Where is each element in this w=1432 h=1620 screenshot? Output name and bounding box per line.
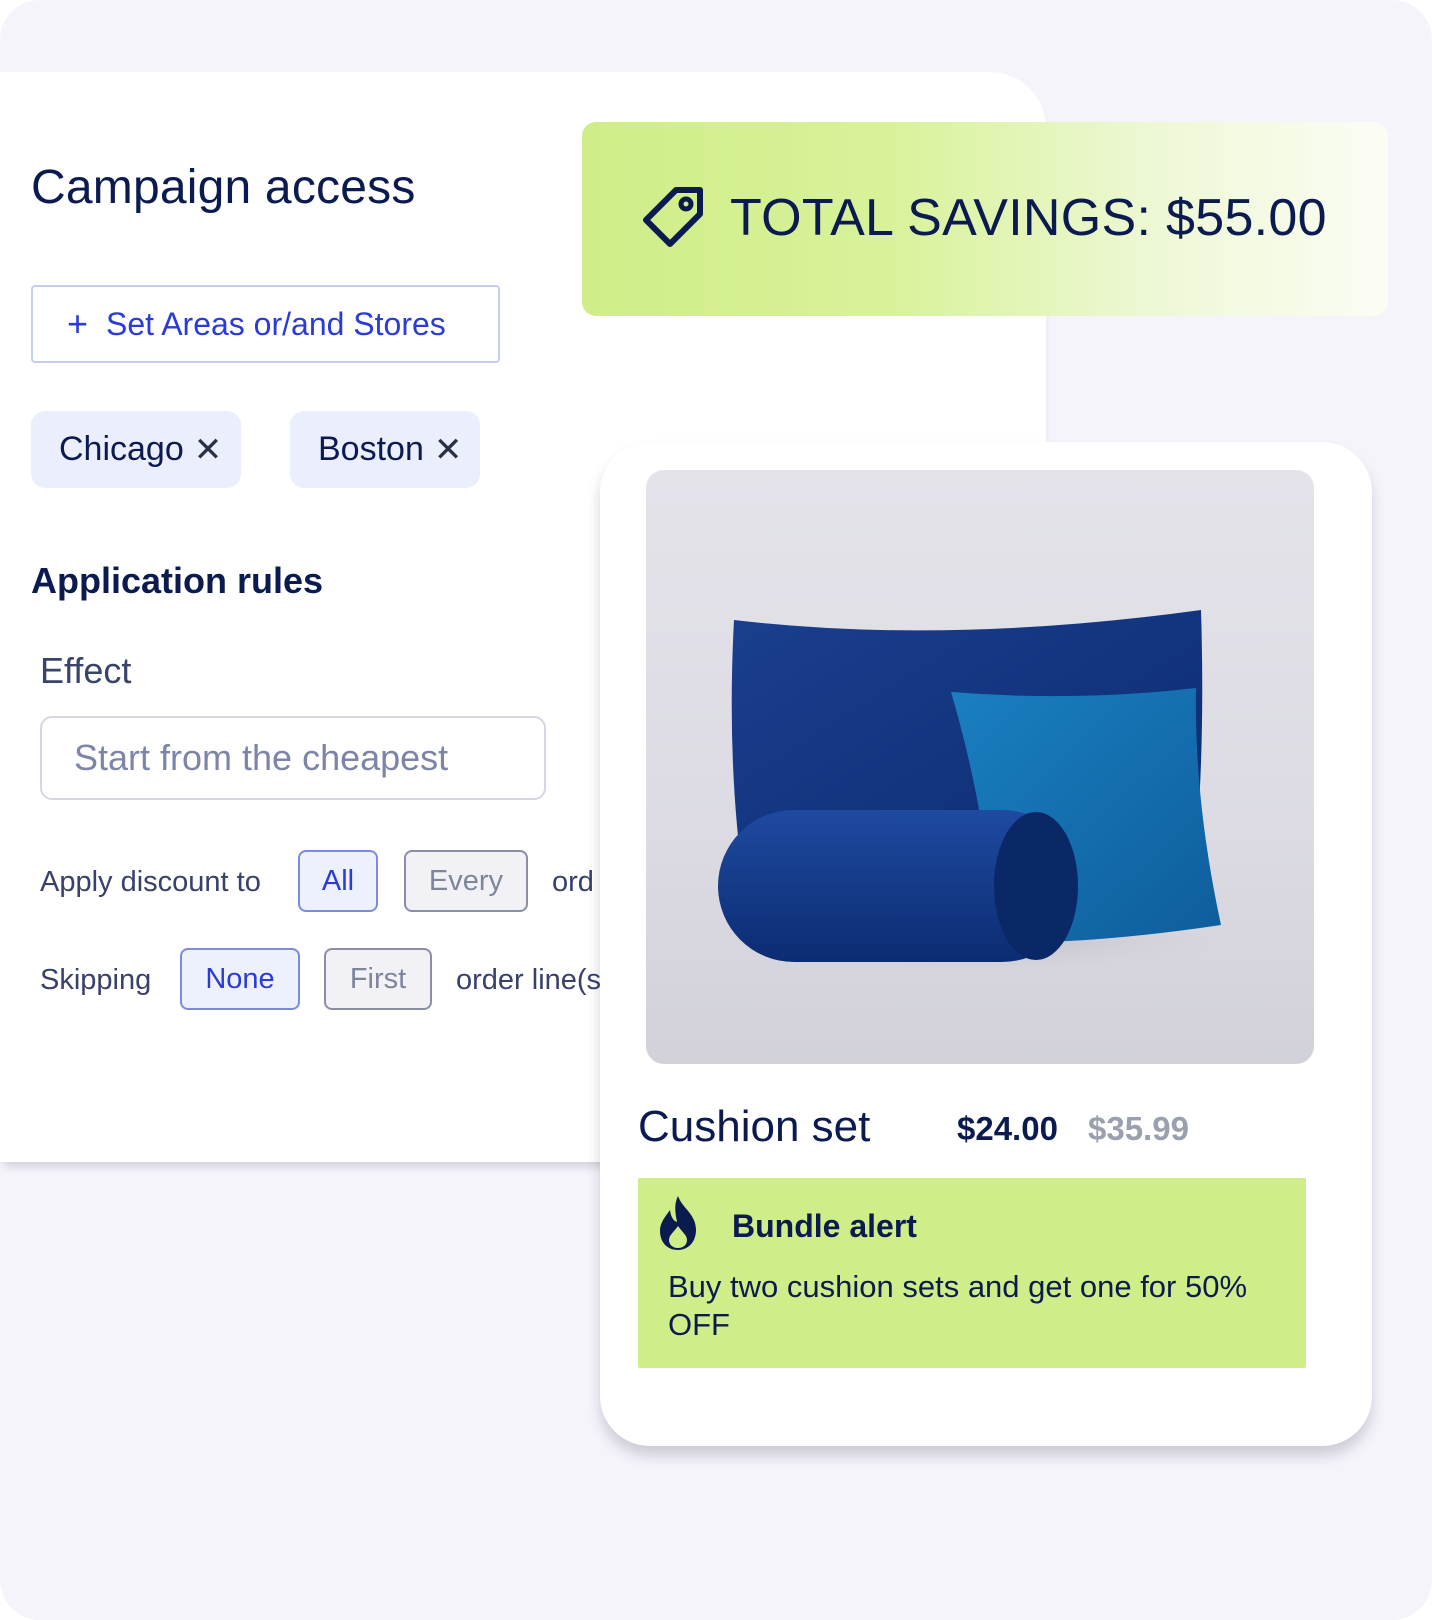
location-chip-boston: Boston ✕ <box>290 411 480 488</box>
chip-label: Boston <box>318 430 424 468</box>
total-savings-banner: TOTAL SAVINGS: $55.00 <box>582 122 1388 316</box>
skipping-label: Skipping <box>40 964 152 996</box>
bundle-alert-text: Buy two cushion sets and get one for 50%… <box>668 1269 1248 1342</box>
page-title: Campaign access <box>31 161 416 214</box>
product-image <box>646 470 1314 1064</box>
original-price: $35.99 <box>1088 1110 1189 1147</box>
close-icon[interactable]: ✕ <box>194 430 223 470</box>
skip-option-first[interactable]: First <box>324 948 432 1010</box>
close-icon[interactable]: ✕ <box>434 430 463 470</box>
plus-icon: + <box>67 303 89 344</box>
flame-icon <box>660 1196 696 1250</box>
tag-icon <box>643 187 703 247</box>
apply-suffix-text: ord <box>552 866 594 898</box>
bundle-alert-title: Bundle alert <box>732 1208 917 1244</box>
set-areas-button[interactable]: + Set Areas or/and Stores <box>31 285 500 363</box>
skip-option-none[interactable]: None <box>180 948 300 1010</box>
apply-option-all[interactable]: All <box>298 850 378 912</box>
location-chip-chicago: Chicago ✕ <box>31 411 241 488</box>
set-areas-label: Set Areas or/and Stores <box>106 305 446 342</box>
application-rules-heading: Application rules <box>31 560 324 601</box>
skip-suffix-text: order line(s <box>456 964 602 996</box>
product-name: Cushion set <box>638 1102 871 1151</box>
current-price: $24.00 <box>957 1110 1058 1147</box>
chip-label: Chicago <box>59 430 184 468</box>
product-card[interactable]: Cushion set $24.00 $35.99 Bundle alert B… <box>600 442 1372 1446</box>
apply-option-every[interactable]: Every <box>404 850 528 912</box>
effect-input[interactable] <box>40 716 546 800</box>
apply-discount-label: Apply discount to <box>40 866 261 898</box>
effect-label: Effect <box>40 650 132 691</box>
total-savings-text: TOTAL SAVINGS: $55.00 <box>730 189 1327 247</box>
bundle-alert: Bundle alert Buy two cushion sets and ge… <box>638 1178 1306 1368</box>
